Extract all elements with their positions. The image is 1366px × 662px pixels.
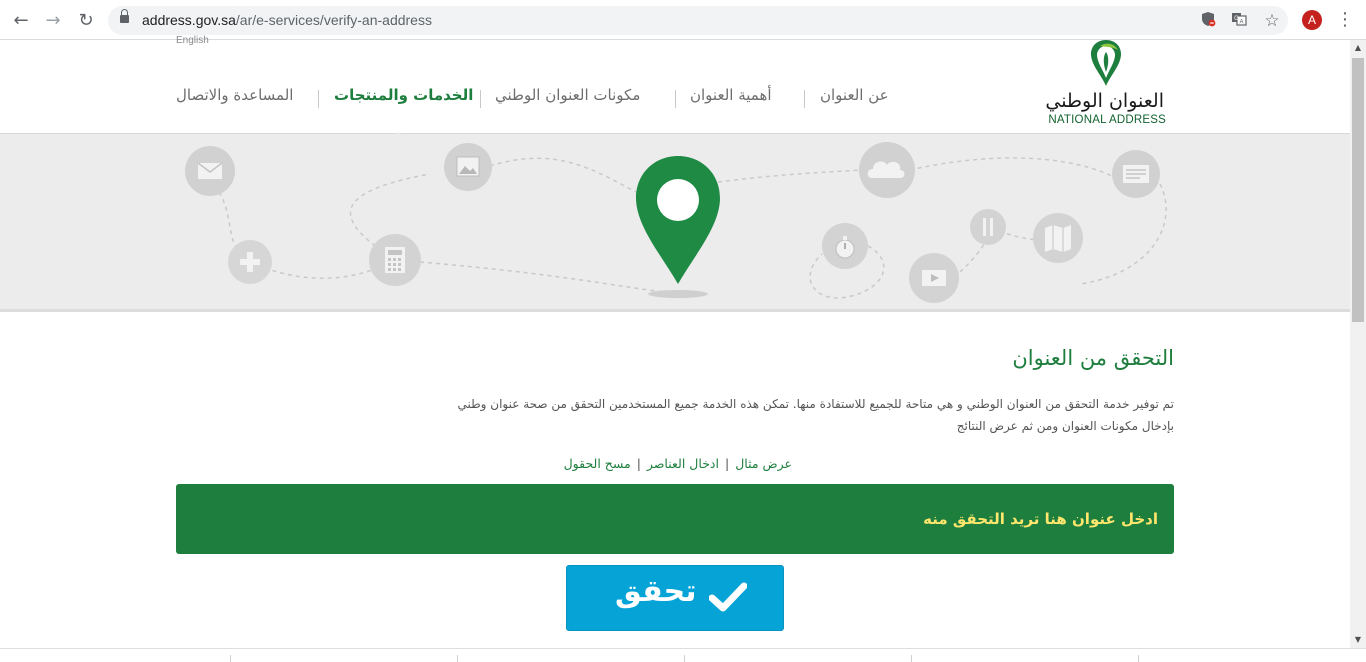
tools-icon <box>970 209 1006 245</box>
map-icon <box>1033 213 1083 263</box>
next-section-strip <box>0 648 1366 662</box>
stopwatch-icon <box>822 223 868 269</box>
hero-banner <box>0 134 1350 312</box>
scroll-up-arrow-icon[interactable]: ▲ <box>1353 43 1363 53</box>
gamepad-icon <box>228 240 272 284</box>
map-pin-icon <box>636 156 720 298</box>
translate-icon[interactable]: AG <box>1229 11 1249 31</box>
logo-arabic-text: العنوان الوطني <box>1045 90 1164 112</box>
image-icon <box>444 143 492 191</box>
nav-item-services[interactable]: الخدمات والمنتجات <box>334 86 473 104</box>
reload-icon[interactable]: ↻ <box>75 10 97 32</box>
logo-english-text: NATIONAL ADDRESS <box>1048 114 1166 126</box>
verify-button-label: تحقق <box>615 574 697 609</box>
avatar[interactable]: A <box>1302 10 1322 30</box>
show-example-link[interactable]: عرض مثال <box>735 456 792 471</box>
english-language-link[interactable]: English <box>176 35 209 46</box>
lock-icon[interactable] <box>120 9 129 24</box>
link-divider: | <box>724 456 730 471</box>
link-divider: | <box>636 456 641 471</box>
clear-fields-link[interactable]: مسح الحقول <box>564 456 631 471</box>
forward-icon[interactable]: → <box>42 10 64 32</box>
star-icon[interactable]: ☆ <box>1262 11 1282 31</box>
scroll-down-arrow-icon[interactable]: ▼ <box>1353 635 1363 645</box>
national-address-logo[interactable]: العنوان الوطني NATIONAL ADDRESS <box>1036 40 1176 132</box>
svg-text:G: G <box>1234 16 1239 22</box>
nav-item-help[interactable]: المساعدة والاتصال <box>176 86 293 104</box>
cloud-icon <box>859 142 915 198</box>
main-nav: عن العنوان أهمية العنوان مكونات العنوان … <box>176 86 898 108</box>
page-scrollbar[interactable]: ▲ ▼ <box>1350 40 1366 648</box>
nav-divider <box>675 90 676 108</box>
enter-elements-link[interactable]: ادخال العناصر <box>647 456 719 471</box>
logo-pin-icon <box>1091 40 1121 86</box>
back-icon[interactable]: ← <box>10 10 32 32</box>
address-input-prompt[interactable]: ادخل عنوان هنا تريد التحقق منه <box>923 510 1158 528</box>
checkmark-icon <box>709 582 747 612</box>
document-icon <box>1112 150 1160 198</box>
verify-button[interactable]: تحقق <box>566 565 784 631</box>
form-actions-links: عرض مثال | ادخال العناصر | مسح الحقول <box>540 456 792 471</box>
browser-toolbar: ← → ↻ address.gov.sa/ar/e-services/verif… <box>0 0 1366 40</box>
mail-icon <box>185 146 235 196</box>
nav-divider <box>804 90 805 108</box>
url-text[interactable]: address.gov.sa/ar/e-services/verify-an-a… <box>142 12 432 28</box>
nav-item-importance[interactable]: أهمية العنوان <box>690 86 772 104</box>
site-header: English عن العنوان أهمية العنوان مكونات … <box>0 35 1350 139</box>
video-icon <box>909 253 959 303</box>
shield-blocked-icon[interactable] <box>1198 11 1218 31</box>
address-input-area[interactable]: ادخل عنوان هنا تريد التحقق منه <box>176 484 1174 554</box>
nav-item-components[interactable]: مكونات العنوان الوطني <box>495 86 640 104</box>
nav-divider <box>318 90 319 108</box>
nav-divider <box>480 90 481 108</box>
menu-kebab-icon[interactable]: ⋮ <box>1336 9 1354 31</box>
svg-text:A: A <box>1239 20 1243 26</box>
address-bar[interactable]: address.gov.sa/ar/e-services/verify-an-a… <box>108 6 1288 35</box>
nav-item-about[interactable]: عن العنوان <box>820 86 889 104</box>
service-description: تم توفير خدمة التحقق من العنوان الوطني و… <box>457 397 1174 433</box>
scroll-thumb[interactable] <box>1352 58 1364 322</box>
page-title: التحقق من العنوان <box>1012 346 1174 370</box>
calculator-icon <box>369 234 421 286</box>
